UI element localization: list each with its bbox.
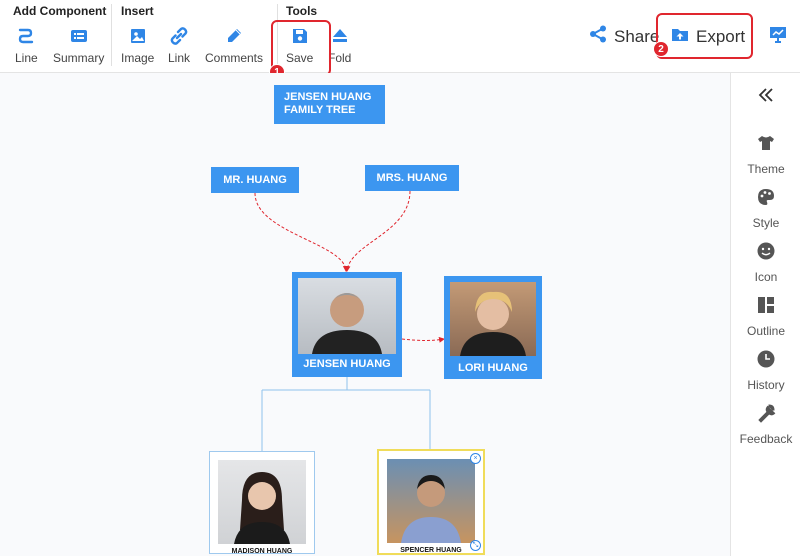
sidebar-item-label: History [747, 378, 785, 392]
fold-button[interactable]: Fold [328, 26, 351, 65]
share-label: Share [614, 26, 660, 46]
outline-icon [756, 295, 776, 320]
child-name: SPENCER HUANG [400, 547, 462, 554]
sidebar-item-label: Style [752, 216, 780, 230]
palette-icon [756, 187, 776, 212]
children-connector [261, 377, 431, 451]
sidebar-item-label: Feedback [739, 432, 793, 446]
portrait-photo [387, 459, 475, 543]
wrench-icon [756, 403, 776, 428]
child-name: MADISON HUANG [231, 548, 293, 555]
mother-connector [344, 190, 411, 272]
child-node[interactable]: SPENCER HUANG × ⤡ [377, 449, 485, 555]
export-button[interactable]: Export [670, 24, 745, 49]
sidebar-item-label: Outline [746, 324, 786, 338]
mindmap-canvas[interactable]: JENSEN HUANG FAMILY TREE MR. HUANG MRS. … [0, 73, 730, 556]
link-icon [169, 26, 189, 46]
export-label: Export [696, 26, 746, 46]
summary-button[interactable]: Summary [53, 26, 104, 65]
mother-node[interactable]: MRS. HUANG [365, 165, 459, 191]
line-button[interactable]: Line [15, 26, 38, 65]
sidebar-item-icon[interactable]: Icon [731, 241, 800, 284]
fold-label: Fold [328, 51, 352, 65]
main-person-node[interactable]: JENSEN HUANG [292, 272, 402, 377]
close-icon[interactable]: × [470, 453, 481, 464]
export-icon [670, 24, 690, 49]
father-text: MR. HUANG [223, 174, 287, 186]
summary-icon [69, 26, 89, 46]
present-button[interactable] [768, 24, 788, 49]
title-node[interactable]: JENSEN HUANG FAMILY TREE [274, 85, 385, 124]
smiley-icon [756, 241, 776, 266]
father-node[interactable]: MR. HUANG [211, 167, 299, 193]
clock-icon [756, 349, 776, 374]
sidebar-item-history[interactable]: History [731, 349, 800, 392]
share-button[interactable]: Share [588, 24, 659, 49]
spouse-name: LORI HUANG [458, 362, 528, 374]
spouse-connector [401, 336, 445, 343]
step-badge-2: 2 [653, 41, 669, 57]
father-connector [254, 192, 349, 272]
sidebar-item-theme[interactable]: Theme [731, 133, 800, 176]
comments-label: Comments [205, 51, 264, 65]
sidebar-item-style[interactable]: Style [731, 187, 800, 230]
present-icon [768, 24, 788, 49]
main-person-name: JENSEN HUANG [303, 358, 391, 370]
toolbar: Add Component Insert Tools Line Summary … [0, 0, 800, 80]
line-label: Line [15, 51, 38, 65]
link-label: Link [168, 51, 191, 65]
shirt-icon [756, 133, 776, 158]
right-sidebar: Theme Style Icon Outline History Feedbac… [730, 73, 800, 556]
comments-button[interactable]: Comments [205, 26, 263, 65]
resize-handle-icon[interactable]: ⤡ [470, 540, 481, 551]
line-icon [16, 26, 36, 46]
group-title-insert: Insert [121, 4, 154, 18]
portrait-photo [450, 282, 536, 356]
sidebar-item-outline[interactable]: Outline [731, 295, 800, 338]
share-icon [588, 24, 608, 49]
image-label: Image [121, 51, 155, 65]
toolbar-divider [111, 4, 112, 66]
image-icon [128, 26, 148, 46]
double-chevron-left-icon [756, 85, 776, 110]
group-title-tools: Tools [286, 4, 318, 18]
collapse-sidebar-button[interactable] [731, 85, 800, 110]
group-title-add-component: Add Component [13, 4, 107, 18]
portrait-photo [218, 460, 306, 544]
mother-text: MRS. HUANG [376, 172, 448, 184]
title-text: JENSEN HUANG FAMILY TREE [284, 91, 372, 116]
spouse-node[interactable]: LORI HUANG [444, 276, 542, 379]
child-node[interactable]: MADISON HUANG [209, 451, 315, 555]
sidebar-item-feedback[interactable]: Feedback [731, 403, 800, 446]
link-button[interactable]: Link [168, 26, 190, 65]
sidebar-item-label: Theme [747, 162, 785, 176]
comments-icon [224, 26, 244, 46]
fold-icon [330, 26, 350, 46]
image-button[interactable]: Image [121, 26, 154, 65]
summary-label: Summary [53, 51, 105, 65]
portrait-photo [298, 278, 396, 354]
sidebar-item-label: Icon [754, 270, 778, 284]
